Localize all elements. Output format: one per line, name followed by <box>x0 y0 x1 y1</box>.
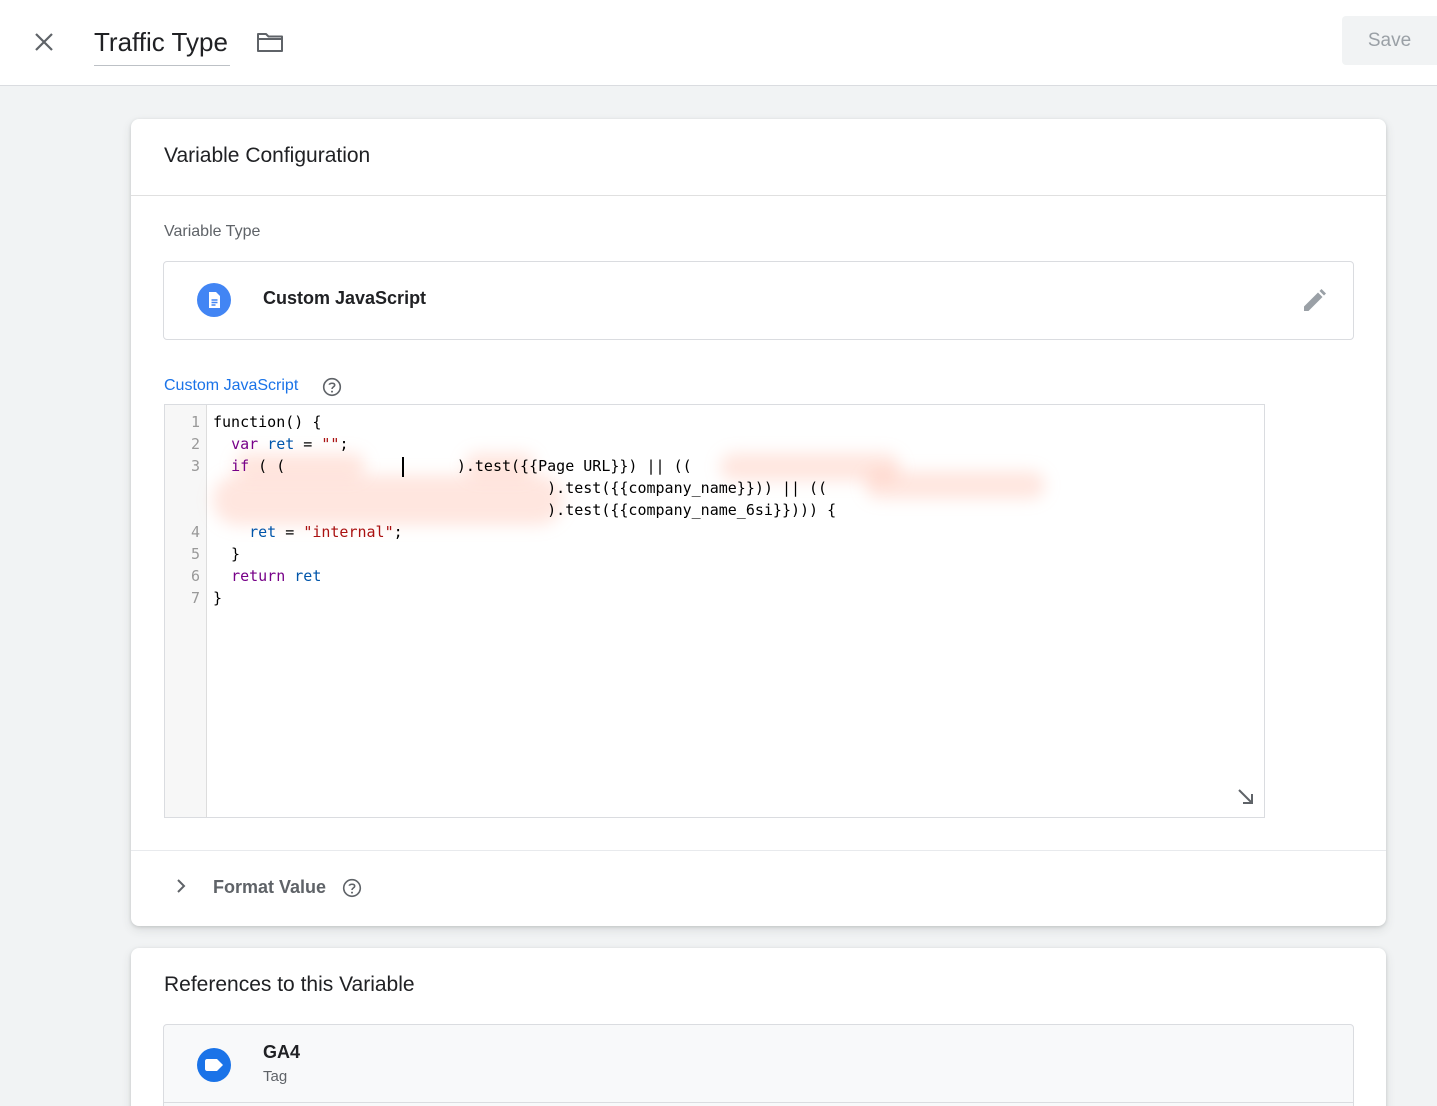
code-line: ).test({{company_name_6si}}))) { <box>213 499 836 521</box>
folder-button[interactable] <box>254 28 286 56</box>
code-line: } <box>213 587 222 609</box>
code-line: ret = "internal"; <box>213 521 403 543</box>
code-token: ret <box>294 567 322 585</box>
folder-icon <box>257 33 283 52</box>
code-line: } <box>213 543 240 565</box>
code-token: ).test({{Page URL}}) || (( <box>393 457 692 475</box>
code-token: return <box>231 567 286 585</box>
code-line: var ret = ""; <box>213 433 348 455</box>
custom-javascript-label: Custom JavaScript <box>164 377 299 394</box>
code-token: ; <box>393 523 403 541</box>
format-value-toggle[interactable]: Format Value <box>213 877 326 898</box>
code-token: ; <box>339 435 349 453</box>
code-token: if <box>231 457 250 475</box>
code-line: function() { <box>213 411 321 433</box>
card-title: References to this Variable <box>164 973 415 996</box>
close-icon <box>35 33 53 51</box>
code-token: ret <box>267 435 295 453</box>
variable-type-label: Variable Type <box>164 223 261 240</box>
code-token: ret <box>249 523 277 541</box>
card-title: Variable Configuration <box>164 144 371 167</box>
code-token: = <box>276 523 304 541</box>
reference-type: Tag <box>263 1068 288 1085</box>
code-line: if ( ( ).test({{Page URL}}) || (( <box>213 455 692 477</box>
line-number: 5 <box>190 545 200 563</box>
variable-name-field[interactable]: Traffic Type <box>94 24 230 66</box>
divider <box>131 850 1386 851</box>
help-circle-icon[interactable] <box>322 377 342 397</box>
code-token: function() { <box>213 413 322 431</box>
divider <box>164 1102 1353 1103</box>
reference-name: GA4 <box>263 1042 301 1062</box>
line-number: 7 <box>190 589 200 607</box>
page-title: Traffic Type <box>94 27 228 57</box>
save-button[interactable]: Save <box>1342 16 1437 65</box>
code-token: ).test({{company_name}})) || (( <box>213 479 828 497</box>
resize-arrow-icon[interactable] <box>1236 787 1256 807</box>
line-number-gutter: 1 2 3 4 5 6 7 <box>165 405 207 817</box>
variable-configuration-card: Variable Configuration Variable Type Cus… <box>131 119 1386 926</box>
code-token: } <box>213 545 241 563</box>
tag-icon <box>197 1048 231 1082</box>
line-number: 3 <box>190 457 200 475</box>
redacted-region <box>865 471 1045 499</box>
code-token: } <box>213 589 223 607</box>
references-card: References to this Variable GA4 Tag <box>131 948 1386 1106</box>
line-number: 1 <box>190 413 200 431</box>
reference-item[interactable]: GA4 Tag <box>163 1024 1354 1106</box>
code-line: return ret <box>213 565 321 587</box>
code-token: "" <box>321 435 340 453</box>
code-token: var <box>231 435 259 453</box>
divider <box>131 195 1386 196</box>
variable-type-name: Custom JavaScript <box>263 288 427 308</box>
code-token: ( ( <box>249 457 394 475</box>
close-button[interactable] <box>26 24 62 60</box>
chevron-right-icon[interactable] <box>171 876 191 896</box>
top-bar: Traffic Type Save <box>0 0 1437 86</box>
code-editor[interactable]: 1 2 3 4 5 6 7 function() { var ret = ""; if ( … <box>164 404 1265 818</box>
code-token: ).test({{company_name_6si}}))) { <box>213 501 837 519</box>
line-number: 6 <box>190 567 200 585</box>
pencil-icon[interactable] <box>1299 286 1329 316</box>
document-icon <box>197 283 231 317</box>
code-token: "internal" <box>303 523 394 541</box>
help-circle-icon[interactable] <box>342 878 362 898</box>
line-number: 4 <box>190 523 200 541</box>
line-number: 2 <box>190 435 200 453</box>
variable-type-selector[interactable]: Custom JavaScript <box>163 261 1354 340</box>
code-line: ).test({{company_name}})) || (( <box>213 477 827 499</box>
code-token: = <box>294 435 322 453</box>
